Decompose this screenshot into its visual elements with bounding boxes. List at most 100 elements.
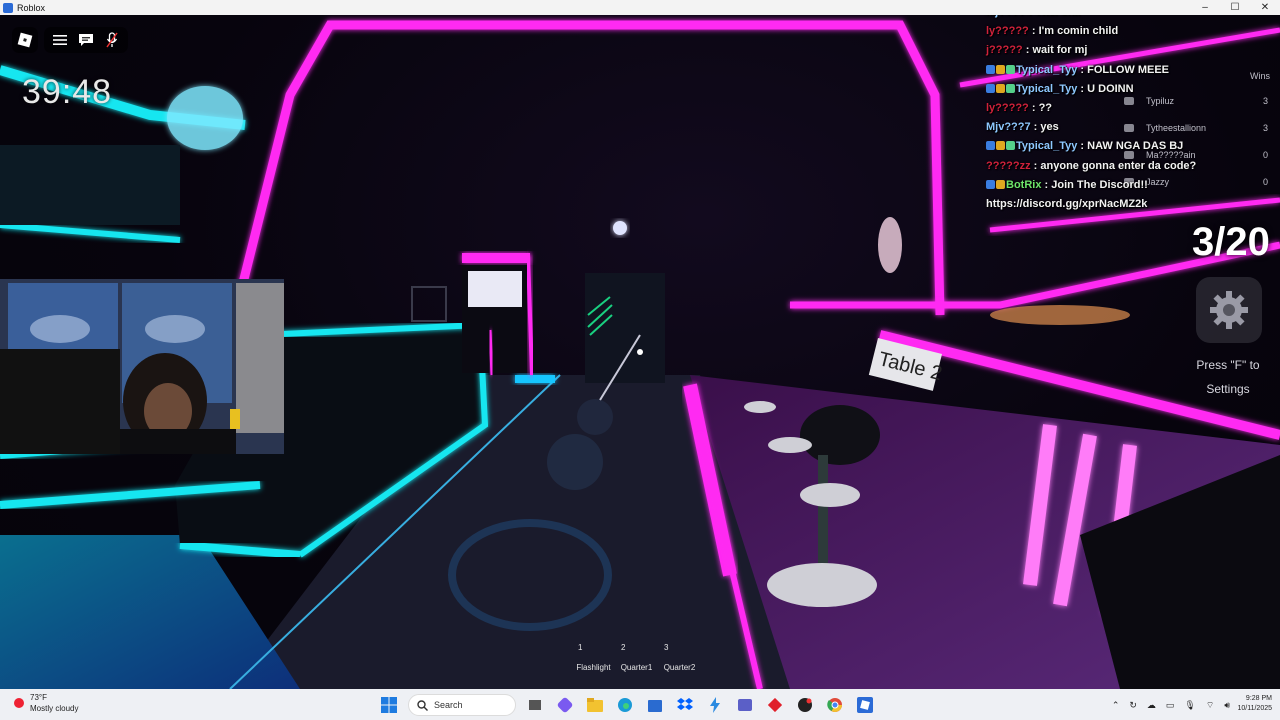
chat-username[interactable]: ly????? (986, 25, 1029, 37)
chat-username[interactable]: Typical_Tyy (1016, 83, 1077, 95)
roblox-taskbar-icon[interactable] (854, 694, 876, 716)
windows-start-icon[interactable] (378, 694, 400, 716)
chat-message: Typical_Tyy : U DOINN (986, 80, 1276, 99)
hotbar-slot-quarter1[interactable]: 2 Quarter1 (615, 643, 658, 672)
chat-badge-icon (1006, 141, 1015, 151)
chat-badge-icon (996, 141, 1005, 151)
game-viewport[interactable]: Table 2 39:48 Wins Typiluz 3 Tytheestalli… (0, 15, 1280, 689)
window-title: Roblox (17, 2, 46, 13)
maximize-icon[interactable]: ☐ (1220, 0, 1250, 15)
chat-text: U DOINN (1087, 82, 1134, 95)
chat-badge-icon (1006, 64, 1015, 74)
chat-text: yes (1040, 121, 1059, 134)
hamburger-menu-icon[interactable] (52, 32, 68, 48)
topbar-controls (44, 27, 128, 53)
chat-username[interactable]: ?????zz (986, 160, 1031, 172)
dropbox-icon[interactable] (674, 694, 696, 716)
chat-text: I'm comin child (1038, 25, 1119, 38)
gear-icon (1210, 291, 1248, 329)
chat-badge-icon (986, 83, 995, 93)
cloud-icon[interactable]: ☁ (1147, 700, 1156, 711)
copilot-icon[interactable] (554, 694, 576, 716)
weather-widget[interactable]: 73°F Mostly cloudy (14, 692, 78, 714)
chat-username[interactable]: Mjv???7 (986, 121, 1031, 133)
chat-message: https://discord.gg/xprNacMZ2k (986, 195, 1276, 214)
hotbar-slot-flashlight[interactable]: 1 Flashlight (572, 643, 615, 672)
chat-separator: : (1030, 159, 1041, 172)
chat-badge-icon (986, 141, 995, 151)
chat-username[interactable]: Typical_Tyy (1016, 140, 1077, 152)
red-app-icon[interactable] (764, 694, 786, 716)
close-icon[interactable]: ✕ (1250, 0, 1280, 15)
chat-separator: : (1028, 25, 1039, 38)
roblox-menu-button[interactable] (12, 27, 38, 53)
wifi-icon[interactable]: ⌔ (1206, 700, 1214, 711)
chat-text: NAW NGA DAS BJ (1087, 140, 1184, 153)
chat-badge-icon (986, 179, 995, 189)
arcade-screen (468, 271, 522, 307)
chat-badge-icon (996, 179, 1005, 189)
chat-message: j????? : wait for mj (986, 41, 1276, 60)
settings-button[interactable] (1196, 277, 1262, 343)
chat-message: ly????? : I'm comin child (986, 22, 1276, 41)
chat-text: FOLLOW MEEE (1087, 63, 1170, 76)
chat-username[interactable]: j????? (986, 44, 1023, 56)
chat-message: Typical_Tyy : NAW NGA DAS BJ (986, 137, 1276, 156)
chat-separator: : (1030, 121, 1041, 134)
tool-hotbar: 1 Flashlight 2 Quarter1 3 Quarter2 (572, 643, 701, 672)
microphone-muted-icon[interactable] (104, 32, 120, 48)
taskbar-clock[interactable]: 9:28 PM 10/11/2025 (1237, 694, 1272, 714)
hotbar-slot-quarter2[interactable]: 3 Quarter2 (658, 643, 701, 672)
store-icon[interactable] (644, 694, 666, 716)
task-view-icon[interactable] (524, 694, 546, 716)
chat-text: anyone gonna enter da code? (1040, 159, 1197, 172)
taskbar-apps: Search (378, 693, 876, 717)
progress-counter: 3/20 (1192, 220, 1270, 264)
windows-taskbar: 73°F Mostly cloudy Search ⌃ ↻ ☁ ▭ 🎙︎ ⌔ 🔊… (0, 689, 1280, 720)
chat-text: ?hci ohil (1035, 15, 1080, 18)
minimize-icon[interactable]: – (1190, 0, 1220, 15)
chat-text: Join The Discord!! (1051, 178, 1148, 191)
round-timer: 39:48 (22, 73, 113, 111)
monitor-icon[interactable]: ▭ (1166, 700, 1175, 711)
chat-username[interactable]: Mj???? (986, 15, 1025, 18)
clock-time: 9:28 PM (1245, 695, 1272, 702)
chat-badge-icon (996, 83, 1005, 93)
chat-message: Typical_Tyy : FOLLOW MEEE (986, 61, 1276, 80)
search-icon (417, 699, 428, 711)
chat-username[interactable]: ly????? (986, 102, 1029, 114)
weather-desc: Mostly cloudy (30, 704, 79, 713)
taskbar-search[interactable]: Search (408, 694, 516, 716)
chat-text: ?? (1038, 102, 1053, 115)
settings-hint: Press "F" to Settings (1196, 358, 1260, 396)
chat-window: Mj???? : ?hci ohilly????? : I'm comin ch… (986, 15, 1276, 214)
chat-username[interactable]: Typical_Tyy (1016, 64, 1077, 76)
window-controls: – ☐ ✕ (1190, 0, 1280, 15)
search-placeholder: Search (434, 700, 463, 710)
chat-separator: : (1025, 15, 1035, 18)
chat-username[interactable]: BotRix (1006, 179, 1041, 191)
chat-badge-icon (986, 64, 995, 74)
teams-icon[interactable] (734, 694, 756, 716)
volume-icon[interactable]: 🔊︎ (1224, 700, 1230, 711)
chat-text[interactable]: https://discord.gg/xprNacMZ2k (986, 198, 1147, 210)
chrome-icon[interactable] (824, 694, 846, 716)
chat-message: Mj???? : ?hci ohil (986, 15, 1276, 22)
chevron-up-icon[interactable]: ⌃ (1112, 700, 1120, 711)
lightning-app-icon[interactable] (704, 694, 726, 716)
microphone-icon[interactable]: 🎙︎ (1184, 700, 1195, 711)
file-explorer-icon[interactable] (584, 694, 606, 716)
chat-message: ?????zz : anyone gonna enter da code? (986, 157, 1276, 176)
chat-separator: : (1077, 140, 1088, 153)
edge-browser-icon[interactable] (614, 694, 636, 716)
sync-icon[interactable]: ↻ (1129, 700, 1137, 711)
roblox-app-icon (3, 2, 13, 13)
chat-text: wait for mj (1032, 44, 1088, 57)
chat-separator: : (1077, 82, 1088, 95)
chat-message: BotRix : Join The Discord!! (986, 176, 1276, 195)
roblox-topbar (12, 27, 128, 53)
chat-badge-icon (1006, 83, 1015, 93)
dark-app-icon[interactable] (794, 694, 816, 716)
chat-message: ly????? : ?? (986, 99, 1276, 118)
chat-icon[interactable] (78, 32, 94, 48)
